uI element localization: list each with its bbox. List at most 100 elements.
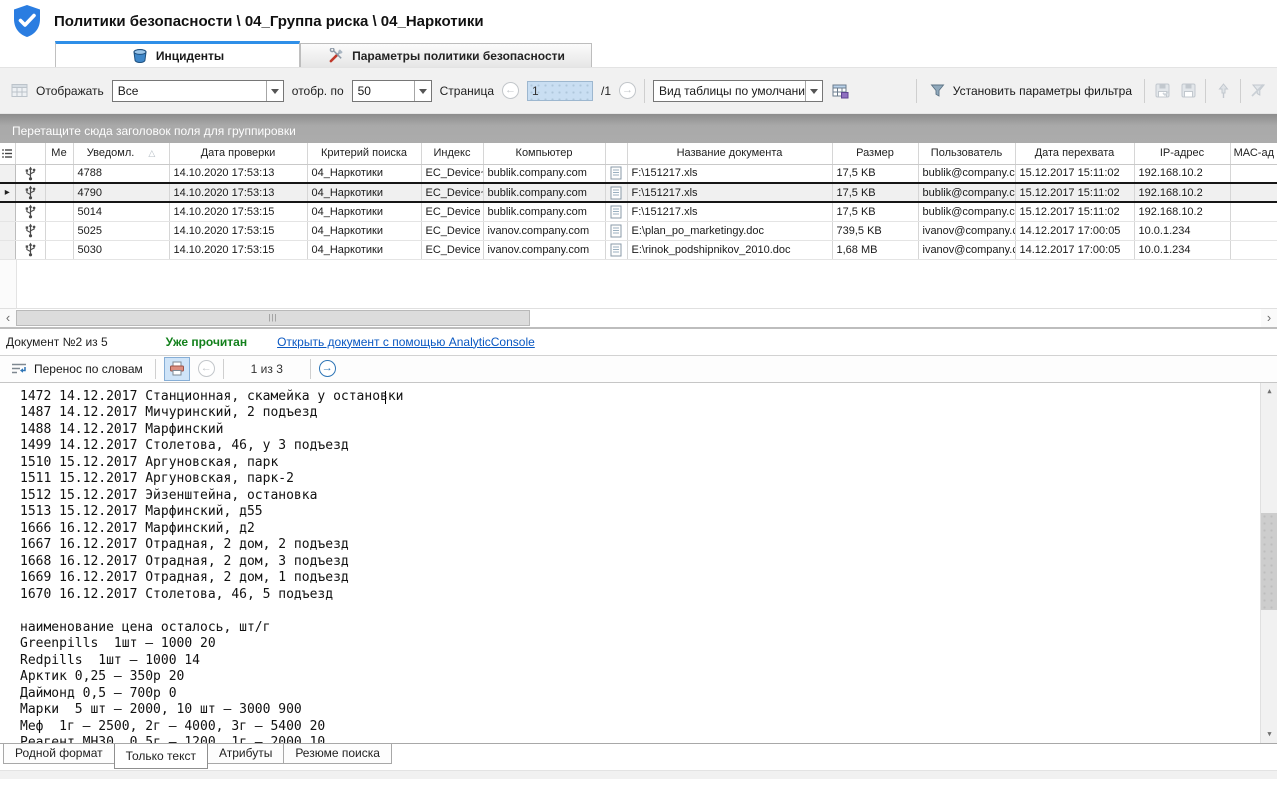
page-number-input[interactable] (527, 81, 593, 101)
cell-capture-date: 14.12.2017 17:00:05 (1015, 240, 1134, 259)
funnel-icon (929, 82, 947, 100)
list-menu-icon (2, 148, 13, 159)
cell-doc-name: E:\plan_po_marketingy.doc (627, 221, 832, 240)
column-doc-name[interactable]: Название документа (627, 143, 832, 164)
separator (644, 79, 645, 103)
separator (1205, 79, 1206, 103)
separator (223, 359, 224, 379)
column-criteria[interactable]: Критерий поиска (307, 143, 421, 164)
column-mac[interactable]: МАС-ад (1230, 143, 1277, 164)
cell-mac (1230, 164, 1277, 183)
column-user[interactable]: Пользователь (918, 143, 1015, 164)
cell-doc-name: F:\151217.xls (627, 183, 832, 202)
save-as-icon[interactable] (1179, 82, 1197, 100)
scroll-down-icon[interactable]: ▼ (1261, 726, 1277, 743)
cell-check-date: 14.10.2020 17:53:15 (169, 202, 307, 221)
column-check-date[interactable]: Дата проверки (169, 143, 307, 164)
document-viewer-toolbar: Перенос по словам ← 1 из 3 → (0, 355, 1277, 383)
document-text-view[interactable]: 1472 14.12.2017 Станционная, скамейка у … (0, 383, 1277, 744)
open-in-analyticconsole-link[interactable]: Открыть документ с помощью AnalyticConso… (277, 335, 535, 349)
scroll-up-icon[interactable]: ▲ (1261, 383, 1277, 400)
cell-ip: 192.168.10.2 (1134, 202, 1230, 221)
group-by-drop-zone[interactable]: Перетащите сюда заголовок поля для групп… (0, 114, 1277, 143)
tab-policy-params-label: Параметры политики безопасности (352, 49, 565, 63)
column-index[interactable]: Индекс (421, 143, 483, 164)
cell-notice: 4788 (73, 164, 169, 183)
table-view-select[interactable]: Вид таблицы по умолчанию (653, 80, 823, 102)
column-device-icon[interactable] (15, 143, 45, 164)
cell-me (45, 202, 73, 221)
table-row[interactable]: 4788 14.10.2020 17:53:13 04_Наркотики EC… (0, 164, 1277, 183)
tab-search-summary[interactable]: Резюме поиска (283, 744, 392, 764)
cell-mac (1230, 221, 1277, 240)
table-row[interactable]: ▸ 4790 14.10.2020 17:53:13 04_Наркотики … (0, 183, 1277, 202)
column-capture-date[interactable]: Дата перехвата (1015, 143, 1134, 164)
cell-index: EC_Device~ (421, 164, 483, 183)
vertical-scroll-thumb[interactable] (1261, 513, 1277, 610)
separator (916, 79, 917, 103)
print-button[interactable] (164, 357, 190, 381)
tab-attributes[interactable]: Атрибуты (207, 744, 284, 764)
row-indicator (0, 202, 15, 221)
cell-size: 739,5 KB (832, 221, 918, 240)
text-caret (385, 391, 386, 404)
cell-check-date: 14.10.2020 17:53:15 (169, 221, 307, 240)
page-total-label: /1 (601, 84, 611, 98)
cell-computer: ivanov.company.com (483, 240, 605, 259)
edit-table-view-icon[interactable] (831, 82, 849, 100)
cell-me (45, 240, 73, 259)
tab-incidents[interactable]: Инциденты (55, 41, 300, 67)
save-filter-icon[interactable] (1153, 82, 1171, 100)
cell-computer: ivanov.company.com (483, 221, 605, 240)
pin-filter-icon[interactable] (1214, 82, 1232, 100)
scroll-right-icon[interactable]: › (1261, 309, 1277, 327)
document-status-row: Документ №2 из 5 Уже прочитан Открыть до… (0, 329, 1277, 355)
document-icon (605, 221, 627, 240)
table-row[interactable]: 5014 14.10.2020 17:53:15 04_Наркотики EC… (0, 202, 1277, 221)
column-size[interactable]: Размер (832, 143, 918, 164)
scroll-left-icon[interactable]: ‹ (0, 309, 16, 327)
viewer-page-indicator: 1 из 3 (232, 362, 302, 376)
next-page-button[interactable]: → (319, 360, 336, 377)
column-notice[interactable]: Уведомл.△ (73, 143, 169, 164)
prev-page-button[interactable]: ← (198, 360, 215, 377)
table-row[interactable]: 5030 14.10.2020 17:53:15 04_Наркотики EC… (0, 240, 1277, 259)
tab-incidents-label: Инциденты (156, 49, 224, 63)
cell-notice: 5025 (73, 221, 169, 240)
set-filter-params-button[interactable]: Установить параметры фильтра (925, 80, 1136, 102)
horizontal-scroll-thumb[interactable]: ||| (16, 310, 530, 326)
column-me[interactable]: Ме (45, 143, 73, 164)
tab-text-only[interactable]: Только текст (114, 744, 208, 769)
cell-index: EC_Device (421, 202, 483, 221)
page-next-button[interactable]: → (619, 82, 636, 99)
page-prev-button[interactable]: ← (502, 82, 519, 99)
cell-computer: bublik.company.com (483, 202, 605, 221)
document-icon (605, 240, 627, 259)
usb-device-icon (15, 240, 45, 259)
cell-me (45, 164, 73, 183)
display-filter-select[interactable]: Все (112, 80, 284, 102)
shield-check-icon (10, 4, 44, 38)
document-vertical-scrollbar[interactable]: ▲ ▼ (1260, 383, 1277, 743)
grid-horizontal-scrollbar[interactable]: ‹ ||| › (0, 308, 1277, 327)
page-label: Страница (440, 84, 494, 98)
column-computer[interactable]: Компьютер (483, 143, 605, 164)
grid-toolbar: Отображать Все отобр. по 50 Страница ← /… (0, 68, 1277, 114)
word-wrap-button[interactable]: Перенос по словам (6, 358, 147, 380)
cell-ip: 10.0.1.234 (1134, 221, 1230, 240)
printer-icon (169, 361, 185, 376)
column-ip[interactable]: IP-адрес (1134, 143, 1230, 164)
cell-doc-name: F:\151217.xls (627, 164, 832, 183)
tab-policy-params[interactable]: Параметры политики безопасности (300, 43, 592, 67)
cell-mac (1230, 183, 1277, 202)
tab-native-format[interactable]: Родной формат (3, 744, 115, 764)
cell-size: 1,68 MB (832, 240, 918, 259)
main-tab-strip: Инциденты Параметры политики безопасност… (0, 42, 1277, 68)
column-doc-icon[interactable] (605, 143, 627, 164)
clear-filter-icon[interactable] (1249, 82, 1267, 100)
separator (1240, 79, 1241, 103)
row-selector-header[interactable] (0, 143, 15, 164)
cell-index: EC_Device~ (421, 183, 483, 202)
table-row[interactable]: 5025 14.10.2020 17:53:15 04_Наркотики EC… (0, 221, 1277, 240)
per-page-select[interactable]: 50 (352, 80, 432, 102)
